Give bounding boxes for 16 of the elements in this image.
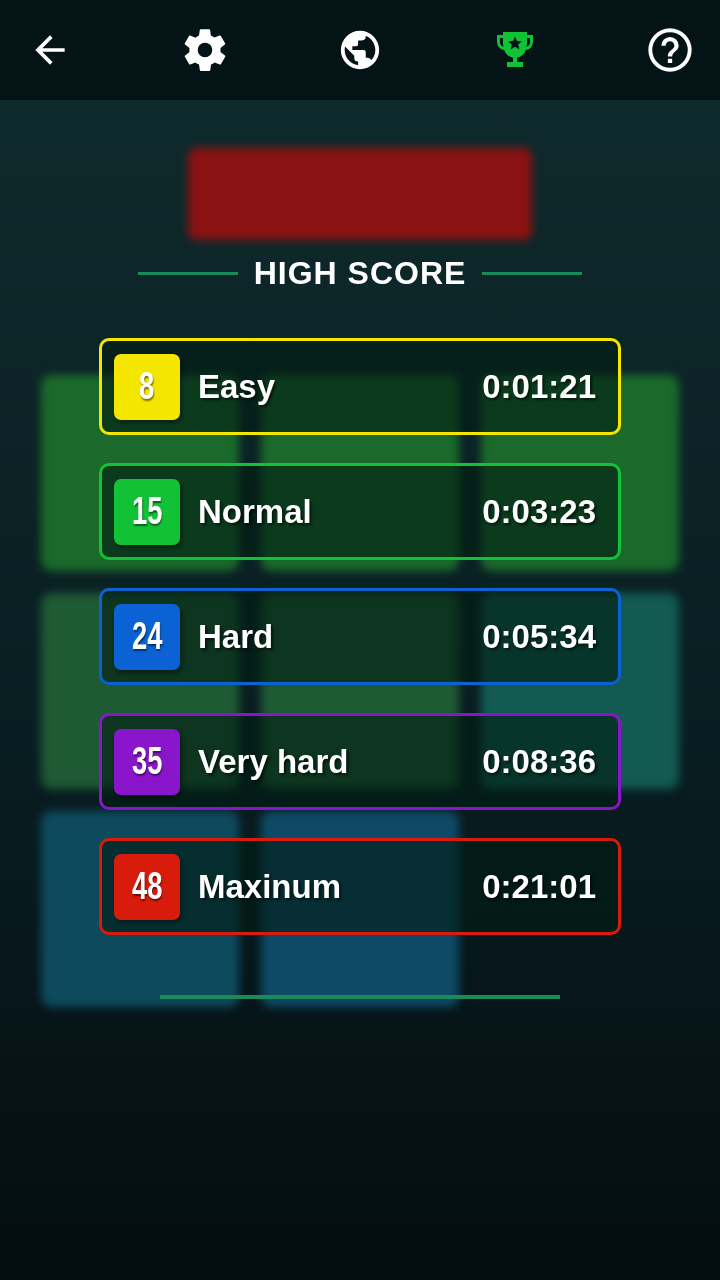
difficulty-label: Normal <box>198 492 313 531</box>
count-badge: 24 <box>114 603 180 670</box>
difficulty-label: Maxinum <box>198 867 343 906</box>
count-badge: 8 <box>114 353 180 420</box>
count-badge: 48 <box>114 853 180 920</box>
high-score-title: HIGH SCORE <box>253 255 467 292</box>
best-time: 0:08:36 <box>482 742 596 781</box>
best-time: 0:21:01 <box>482 867 596 906</box>
difficulty-label: Hard <box>198 617 275 656</box>
count-badge: 15 <box>114 478 180 545</box>
difficulty-label: Easy <box>198 367 277 406</box>
count-badge: 35 <box>114 728 180 795</box>
best-time: 0:05:34 <box>482 617 596 656</box>
difficulty-label: Very hard <box>198 742 350 781</box>
best-time: 0:01:21 <box>482 367 596 406</box>
best-time: 0:03:23 <box>482 492 596 531</box>
